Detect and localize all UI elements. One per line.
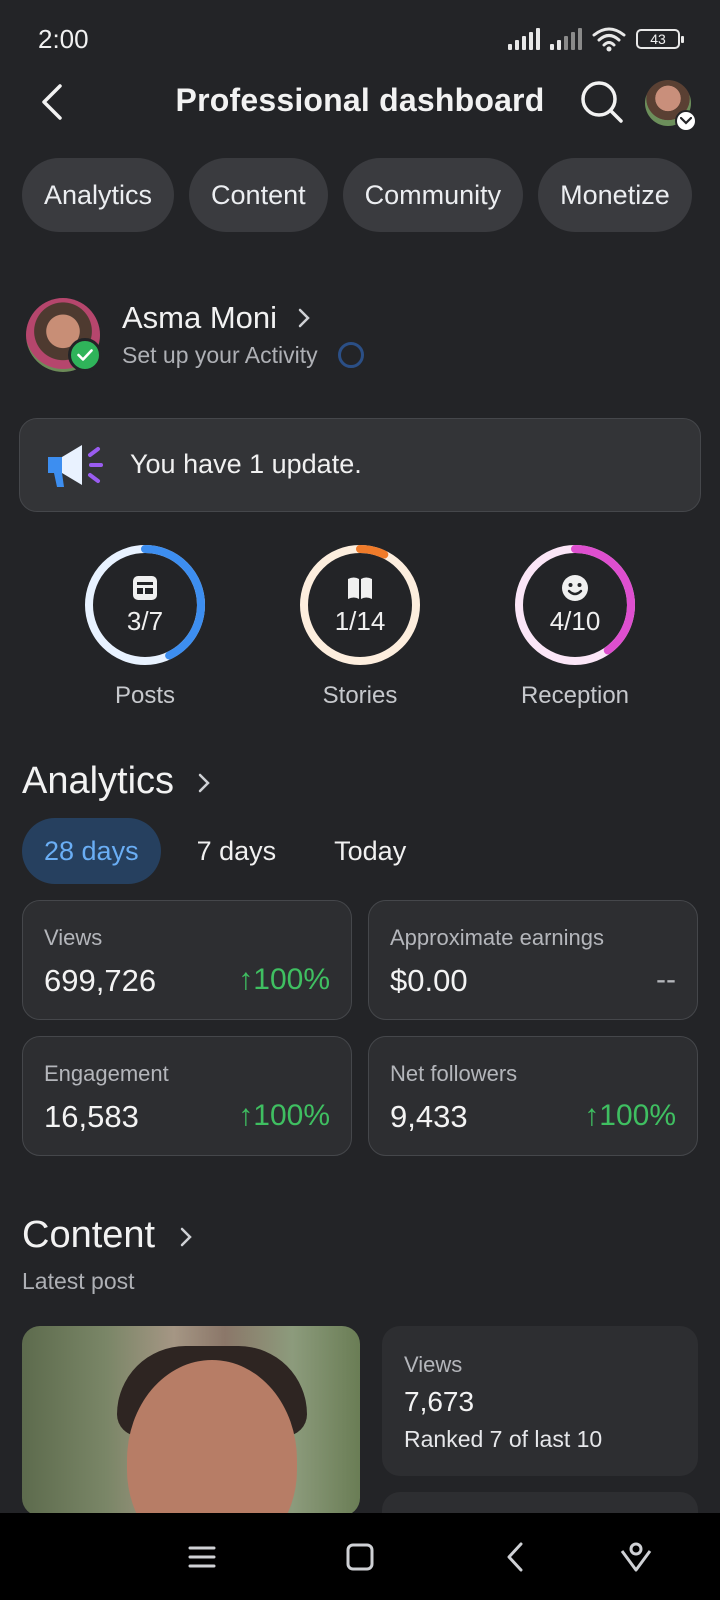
stories-progress-ring (300, 545, 420, 665)
tab-analytics[interactable]: Analytics (22, 158, 175, 232)
status-icons: 43 (508, 26, 684, 52)
post-icon (133, 576, 157, 600)
stories-ring[interactable]: 1/14 Stories (260, 540, 460, 710)
account-avatar[interactable] (645, 80, 697, 132)
stat-change: -- (656, 963, 676, 996)
stat-value: 9,433 (390, 1099, 468, 1134)
posts-ring[interactable]: 3/7 Posts (45, 540, 245, 710)
stat-label: Engagement (44, 1061, 169, 1086)
signal-secondary-icon (550, 28, 582, 50)
post-views-value: 7,673 (404, 1386, 475, 1417)
engagement-stat-card[interactable]: Engagement 16,583 ↑100% (22, 1036, 352, 1156)
chevron-right-icon (298, 308, 310, 328)
tab-monetize[interactable]: Monetize (538, 158, 692, 232)
range-today[interactable]: Today (312, 818, 428, 884)
stat-label: Net followers (390, 1061, 518, 1086)
reception-value: 4/10 (549, 606, 601, 636)
status-time: 2:00 (38, 24, 89, 54)
tab-row: Analytics Content Community Monetize (22, 158, 692, 232)
profile-subtitle: Set up your Activity (122, 342, 318, 368)
latest-post-label: Latest post (22, 1268, 135, 1294)
loading-ring-icon (338, 342, 364, 368)
tab-community[interactable]: Community (342, 158, 524, 232)
posts-progress-ring (85, 545, 205, 665)
assistant-icon[interactable] (616, 1537, 656, 1577)
profile-name: Asma Moni (122, 300, 278, 335)
stat-label: Views (44, 925, 103, 950)
update-card[interactable]: You have 1 update. (19, 418, 701, 512)
stat-value: 16,583 (44, 1099, 139, 1134)
views-stat-card[interactable]: Views 699,726 ↑100% (22, 900, 352, 1020)
stat-change: ↑100% (584, 1099, 676, 1132)
stat-change: ↑100% (238, 963, 330, 996)
posts-label: Posts (114, 682, 176, 709)
dashboard-screen: 2:00 43 Professional dashboard Analytics… (0, 0, 720, 1600)
update-text: You have 1 update. (130, 449, 362, 479)
status-bar: 2:00 43 (0, 0, 720, 80)
chevron-down-icon (675, 110, 697, 132)
check-icon (68, 338, 102, 372)
signal-icon (508, 28, 540, 50)
home-icon[interactable] (340, 1537, 380, 1577)
wifi-icon (592, 27, 626, 52)
menu-icon[interactable] (182, 1537, 222, 1577)
reception-progress-ring (515, 545, 635, 665)
range-28-days[interactable]: 28 days (22, 818, 161, 884)
date-range-selector: 28 days 7 days Today (22, 818, 442, 884)
profile-row[interactable]: Asma Moni Set up your Activity (26, 296, 706, 376)
reception-ring[interactable]: 4/10 Reception (475, 540, 675, 710)
book-icon (348, 577, 372, 599)
back-icon[interactable] (496, 1537, 536, 1577)
megaphone-icon (48, 445, 103, 487)
content-heading[interactable]: Content (22, 1214, 155, 1257)
earnings-stat-card[interactable]: Approximate earnings $0.00 -- (368, 900, 698, 1020)
smiley-icon (562, 575, 588, 601)
tab-content[interactable]: Content (189, 158, 328, 232)
post-rank: Ranked 7 of last 10 (404, 1426, 603, 1452)
latest-post-thumbnail[interactable] (22, 1326, 360, 1516)
app-header: Professional dashboard (0, 72, 720, 136)
search-button[interactable] (578, 78, 626, 126)
posts-value: 3/7 (126, 606, 164, 636)
stat-label: Approximate earnings (390, 925, 605, 950)
analytics-heading[interactable]: Analytics (22, 760, 174, 803)
stories-label: Stories (322, 682, 398, 709)
post-views-card[interactable]: Views 7,673 Ranked 7 of last 10 (382, 1326, 698, 1476)
stat-value: 699,726 (44, 963, 157, 998)
followers-stat-card[interactable]: Net followers 9,433 ↑100% (368, 1036, 698, 1156)
stories-value: 1/14 (334, 606, 386, 636)
stat-change: ↑100% (238, 1099, 330, 1132)
range-7-days[interactable]: 7 days (175, 818, 299, 884)
chevron-right-icon[interactable] (194, 770, 214, 796)
post-views-label: Views (404, 1352, 463, 1377)
stat-value: $0.00 (390, 963, 468, 998)
reception-label: Reception (520, 682, 630, 709)
battery-icon: 43 (636, 29, 684, 49)
chevron-right-icon[interactable] (176, 1224, 196, 1250)
system-nav-bar (0, 1513, 720, 1600)
